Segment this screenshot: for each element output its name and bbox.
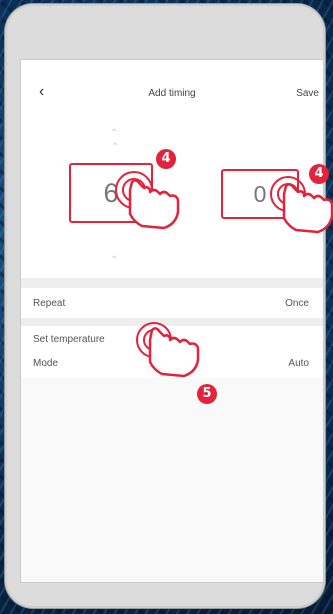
picker-ghost-arrow: ⌃ — [111, 142, 120, 153]
set-temperature-label: Set temperature — [33, 334, 105, 345]
section-gap — [21, 278, 323, 288]
step-badge: 4 — [156, 149, 176, 169]
empty-area — [21, 378, 323, 582]
tap-hand-icon — [115, 171, 180, 230]
repeat-label: Repeat — [33, 298, 66, 309]
page-title: Add timing — [148, 88, 196, 99]
header-bar: ‹ Add timing Save — [21, 60, 323, 118]
step-badge: 5 — [197, 384, 217, 404]
repeat-value: Once — [285, 298, 309, 309]
mode-value: Auto — [288, 358, 309, 369]
tap-hand-icon — [136, 322, 200, 378]
phone-frame: ‹ Add timing Save ⌃ ⌃ ⌄ 6 0 Repeat Once … — [5, 4, 325, 608]
step-badge: 4 — [309, 164, 329, 184]
picker-ghost-arrow: ⌄ — [110, 250, 119, 261]
mode-label: Mode — [33, 358, 59, 369]
picker-ghost-arrow: ⌃ — [110, 128, 119, 139]
save-button[interactable]: Save — [296, 88, 319, 99]
